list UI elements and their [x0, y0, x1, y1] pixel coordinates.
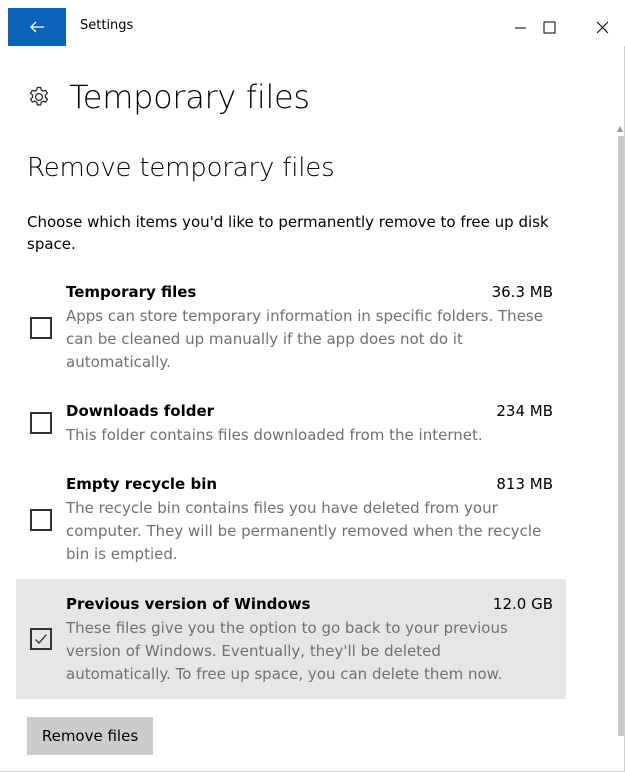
list-item-downloads-folder[interactable]: Downloads folder 234 MB This folder cont…: [16, 398, 566, 458]
checkbox-temporary-files[interactable]: [30, 317, 52, 339]
list-item-empty-recycle-bin[interactable]: Empty recycle bin 813 MB The recycle bin…: [16, 471, 566, 571]
item-name: Downloads folder: [66, 402, 215, 420]
item-description: This folder contains files downloaded fr…: [66, 426, 483, 444]
scroll-up-arrow-icon[interactable]: ▲: [617, 124, 625, 133]
checkbox-empty-recycle-bin[interactable]: [30, 509, 52, 531]
item-size: 813 MB: [496, 475, 553, 493]
minimize-icon: [514, 27, 526, 28]
checkbox-previous-windows[interactable]: [30, 628, 52, 650]
settings-window: Settings Temporary files Remove temporar…: [0, 0, 625, 772]
item-description: Apps can store temporary information in …: [66, 307, 543, 371]
remove-files-button[interactable]: Remove files: [27, 717, 153, 755]
item-name: Temporary files: [66, 283, 197, 301]
back-button[interactable]: [8, 8, 66, 46]
list-item-previous-windows[interactable]: Previous version of Windows 12.0 GB Thes…: [16, 579, 566, 699]
section-title: Remove temporary files: [27, 153, 335, 183]
item-description: The recycle bin contains files you have …: [66, 499, 542, 563]
scrollbar[interactable]: [618, 136, 624, 736]
list-item-temporary-files[interactable]: Temporary files 36.3 MB Apps can store t…: [16, 279, 566, 379]
maximize-icon: [543, 21, 555, 33]
close-icon: [596, 21, 608, 33]
intro-text: Choose which items you'd like to permane…: [27, 213, 549, 253]
page-header: Temporary files: [27, 78, 310, 116]
item-size: 234 MB: [496, 402, 553, 420]
maximize-button[interactable]: [526, 10, 572, 44]
item-size: 36.3 MB: [491, 283, 553, 301]
close-button[interactable]: [579, 10, 625, 44]
back-arrow-icon: [30, 21, 44, 33]
item-name: Previous version of Windows: [66, 595, 311, 613]
app-title: Settings: [80, 18, 134, 33]
title-bar: Settings: [0, 0, 625, 46]
checkmark-icon: [35, 634, 47, 644]
item-size: 12.0 GB: [492, 595, 553, 613]
page-title: Temporary files: [69, 78, 310, 116]
item-name: Empty recycle bin: [66, 475, 218, 493]
gear-icon: [29, 86, 49, 106]
item-description: These files give you the option to go ba…: [66, 619, 508, 683]
checkbox-downloads-folder[interactable]: [30, 412, 52, 434]
